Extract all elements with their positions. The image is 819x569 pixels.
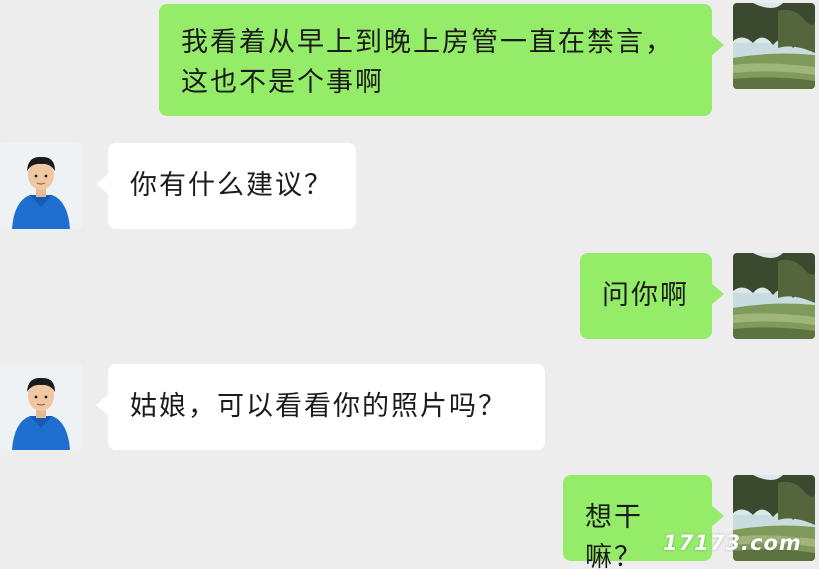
message-bubble-mine[interactable]: 问你啊	[580, 253, 724, 339]
contact-avatar-icon[interactable]	[0, 364, 82, 450]
my-avatar-icon[interactable]	[733, 3, 815, 89]
site-watermark: 17173.com	[663, 531, 802, 555]
my-avatar-icon[interactable]	[733, 253, 815, 339]
chat-window: 我看着从早上到晚上房管一直在禁言， 这也不是个事啊 你有什么建议？ 问你啊 姑娘…	[0, 0, 819, 569]
message-bubble-contact[interactable]: 你有什么建议？	[96, 143, 356, 229]
message-bubble-mine[interactable]: 我看着从早上到晚上房管一直在禁言， 这也不是个事啊	[159, 4, 724, 116]
message-bubble-contact[interactable]: 姑娘，可以看看你的照片吗？	[96, 364, 545, 450]
contact-avatar-icon[interactable]	[0, 143, 82, 229]
